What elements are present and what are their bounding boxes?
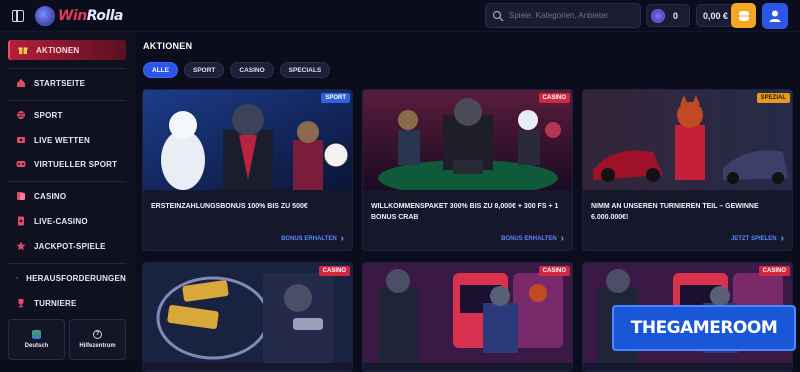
category-badge: Casino bbox=[538, 93, 570, 103]
sidebar-item-turniere[interactable]: Turniere bbox=[8, 293, 126, 313]
filter-casino[interactable]: Casino bbox=[230, 62, 274, 78]
sidebar-item-label: Virtueller Sport bbox=[34, 159, 118, 169]
promo-image bbox=[363, 263, 572, 363]
sidebar-item-label: Sport bbox=[34, 110, 63, 120]
sidebar-item-startseite[interactable]: Startseite bbox=[8, 73, 126, 93]
ball-icon bbox=[17, 111, 25, 119]
user-icon bbox=[769, 10, 781, 22]
sidebar-item-virtueller-sport[interactable]: Virtueller Sport bbox=[8, 154, 126, 174]
help-label: Hilfezentrum bbox=[79, 343, 116, 349]
top-bar: WinRolla 0 0,00 € bbox=[0, 0, 800, 32]
gift-icon bbox=[18, 47, 28, 54]
token-balance[interactable]: 0 bbox=[646, 4, 690, 27]
filter-alle[interactable]: Alle bbox=[143, 62, 178, 78]
promo-card-casino-slots[interactable]: Casino bbox=[362, 262, 573, 372]
category-badge: Spezial bbox=[756, 93, 790, 103]
watermark-logo: THEGAMEROOM bbox=[612, 305, 796, 351]
sidebar: Aktionen Startseite Sport Live Wetten Vi… bbox=[0, 33, 135, 360]
live-casino-icon bbox=[18, 216, 24, 226]
virtual-icon bbox=[16, 161, 26, 167]
promo-card-tournament[interactable]: Spezial Nimm an unseren Turnieren teil –… bbox=[582, 89, 793, 251]
token-value: 0 bbox=[673, 10, 679, 21]
account-button[interactable] bbox=[762, 3, 788, 29]
promo-image bbox=[143, 90, 352, 190]
divider bbox=[8, 263, 126, 264]
sidebar-item-aktionen[interactable]: Aktionen bbox=[8, 40, 126, 60]
sidebar-item-live-wetten[interactable]: Live Wetten bbox=[8, 130, 126, 150]
promo-description: Willkommenspaket 300% bis zu 8,000€ + 30… bbox=[371, 203, 559, 221]
promo-description: Nimm an unseren Turnieren teil – Gewinne… bbox=[591, 203, 759, 221]
divider bbox=[8, 181, 126, 182]
cards-icon bbox=[17, 192, 25, 200]
promo-cta-link[interactable]: Jetzt spielen bbox=[731, 236, 784, 242]
token-icon bbox=[651, 8, 665, 23]
filter-tabs: Alle Sport Casino Specials bbox=[143, 62, 331, 78]
page-title: Aktionen bbox=[143, 41, 193, 51]
help-icon: ? bbox=[93, 330, 102, 339]
language-label: Deutsch bbox=[24, 343, 49, 349]
category-badge: Casino bbox=[538, 266, 570, 276]
balance-value: 0,00 € bbox=[703, 10, 729, 21]
deposit-button[interactable] bbox=[731, 3, 756, 28]
logo-text: WinRolla bbox=[58, 8, 123, 24]
promo-card-casino-weekday[interactable]: Casino bbox=[142, 262, 353, 372]
promo-card-sport-bonus[interactable]: Sport Ersteinzahlungsbonus 100% bis zu 5… bbox=[142, 89, 353, 251]
sidebar-item-label: Live-Casino bbox=[34, 216, 88, 226]
sidebar-toggle-icon[interactable] bbox=[12, 10, 24, 22]
sidebar-item-casino[interactable]: Casino bbox=[8, 186, 126, 206]
promo-image bbox=[583, 90, 792, 190]
live-icon bbox=[17, 137, 25, 143]
search-input[interactable] bbox=[509, 11, 639, 20]
sidebar-item-jackpot-spiele[interactable]: Jackpot-Spiele bbox=[8, 236, 126, 256]
trophy-icon bbox=[18, 299, 24, 308]
divider bbox=[8, 68, 126, 69]
sidebar-item-label: Startseite bbox=[34, 78, 86, 88]
home-icon bbox=[17, 79, 25, 87]
filter-sport[interactable]: Sport bbox=[183, 62, 225, 78]
category-badge: Sport bbox=[321, 93, 350, 103]
sidebar-footer: Deutsch ? Hilfezentrum bbox=[8, 319, 126, 360]
sidebar-item-herausforderungen[interactable]: Herausforderungen bbox=[8, 268, 126, 288]
promo-cta-link[interactable]: Bonus erhalten bbox=[501, 236, 564, 242]
sidebar-item-label: Live Wetten bbox=[34, 135, 90, 145]
search-icon bbox=[492, 10, 504, 21]
promo-card-casino-welcome[interactable]: Casino Willkommenspaket 300% bis zu 8,00… bbox=[362, 89, 573, 251]
wolf-logo-icon bbox=[35, 6, 55, 26]
sidebar-item-label: Casino bbox=[34, 191, 67, 201]
divider bbox=[8, 100, 126, 101]
promo-image bbox=[363, 90, 572, 190]
flag-icon bbox=[32, 330, 41, 339]
challenge-icon bbox=[16, 276, 19, 280]
category-badge: Casino bbox=[758, 266, 790, 276]
language-button[interactable]: Deutsch bbox=[8, 319, 65, 360]
sidebar-item-label: Turniere bbox=[34, 298, 77, 308]
sidebar-item-label: Aktionen bbox=[36, 45, 80, 55]
sidebar-item-sport[interactable]: Sport bbox=[8, 105, 126, 125]
jackpot-icon bbox=[16, 241, 26, 251]
sidebar-item-live-casino[interactable]: Live-Casino bbox=[8, 211, 126, 231]
filter-specials[interactable]: Specials bbox=[279, 62, 331, 78]
promo-description: Ersteinzahlungsbonus 100% bis zu 500€ bbox=[151, 203, 308, 210]
promo-image bbox=[143, 263, 352, 363]
category-badge: Casino bbox=[318, 266, 350, 276]
sidebar-item-label: Jackpot-Spiele bbox=[34, 241, 106, 251]
help-center-button[interactable]: ? Hilfezentrum bbox=[69, 319, 126, 360]
logo[interactable]: WinRolla bbox=[35, 5, 123, 27]
sidebar-item-label: Herausforderungen bbox=[26, 273, 126, 283]
watermark-text: THEGAMEROOM bbox=[630, 318, 778, 338]
coins-icon bbox=[738, 10, 749, 21]
search-box[interactable] bbox=[485, 3, 641, 28]
promo-cta-link[interactable]: Bonus erhalten bbox=[281, 236, 344, 242]
